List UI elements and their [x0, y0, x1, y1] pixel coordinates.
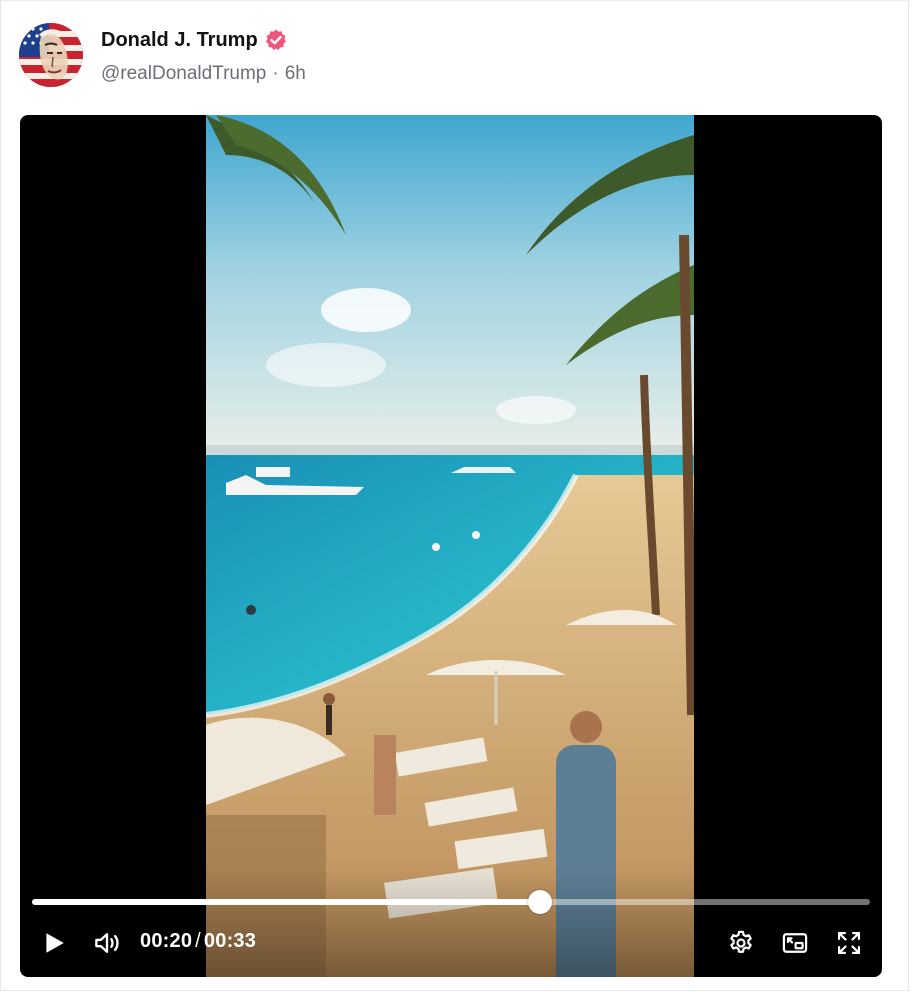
author-handle[interactable]: @realDonaldTrump [101, 63, 266, 84]
duration: 00:33 [203, 930, 257, 952]
time-separator: / [195, 930, 201, 952]
volume-button[interactable] [90, 927, 124, 959]
play-icon [46, 933, 64, 953]
avatar[interactable] [19, 23, 83, 87]
verified-badge-icon [265, 29, 286, 50]
post-card: Donald J. Trump @realDonaldTrump · 6h 00… [0, 0, 909, 991]
avatar-image [19, 23, 83, 87]
video-player[interactable]: 00:20/00:33 [20, 115, 882, 977]
author-display-name[interactable]: Donald J. Trump [101, 29, 258, 52]
picture-in-picture-button[interactable] [778, 927, 812, 959]
meta-separator: · [272, 63, 279, 84]
fullscreen-icon [837, 931, 861, 955]
seek-bar-handle[interactable] [527, 890, 552, 914]
seek-bar-progress [32, 899, 540, 905]
post-header: Donald J. Trump @realDonaldTrump · 6h [19, 23, 879, 89]
picture-in-picture-icon [782, 933, 808, 953]
time-display: 00:20/00:33 [140, 930, 256, 953]
volume-icon [95, 933, 119, 953]
author-name-row[interactable]: Donald J. Trump [101, 28, 288, 52]
controls-overlay [20, 867, 882, 977]
seek-bar[interactable] [32, 890, 870, 914]
video-frame[interactable] [206, 115, 694, 977]
post-timestamp[interactable]: 6h [285, 63, 306, 84]
gear-icon [730, 930, 752, 953]
play-button[interactable] [38, 927, 70, 959]
current-time: 00:20 [140, 930, 193, 952]
fullscreen-button[interactable] [832, 927, 866, 959]
author-meta: @realDonaldTrump · 6h [101, 63, 306, 85]
settings-button[interactable] [724, 927, 758, 959]
